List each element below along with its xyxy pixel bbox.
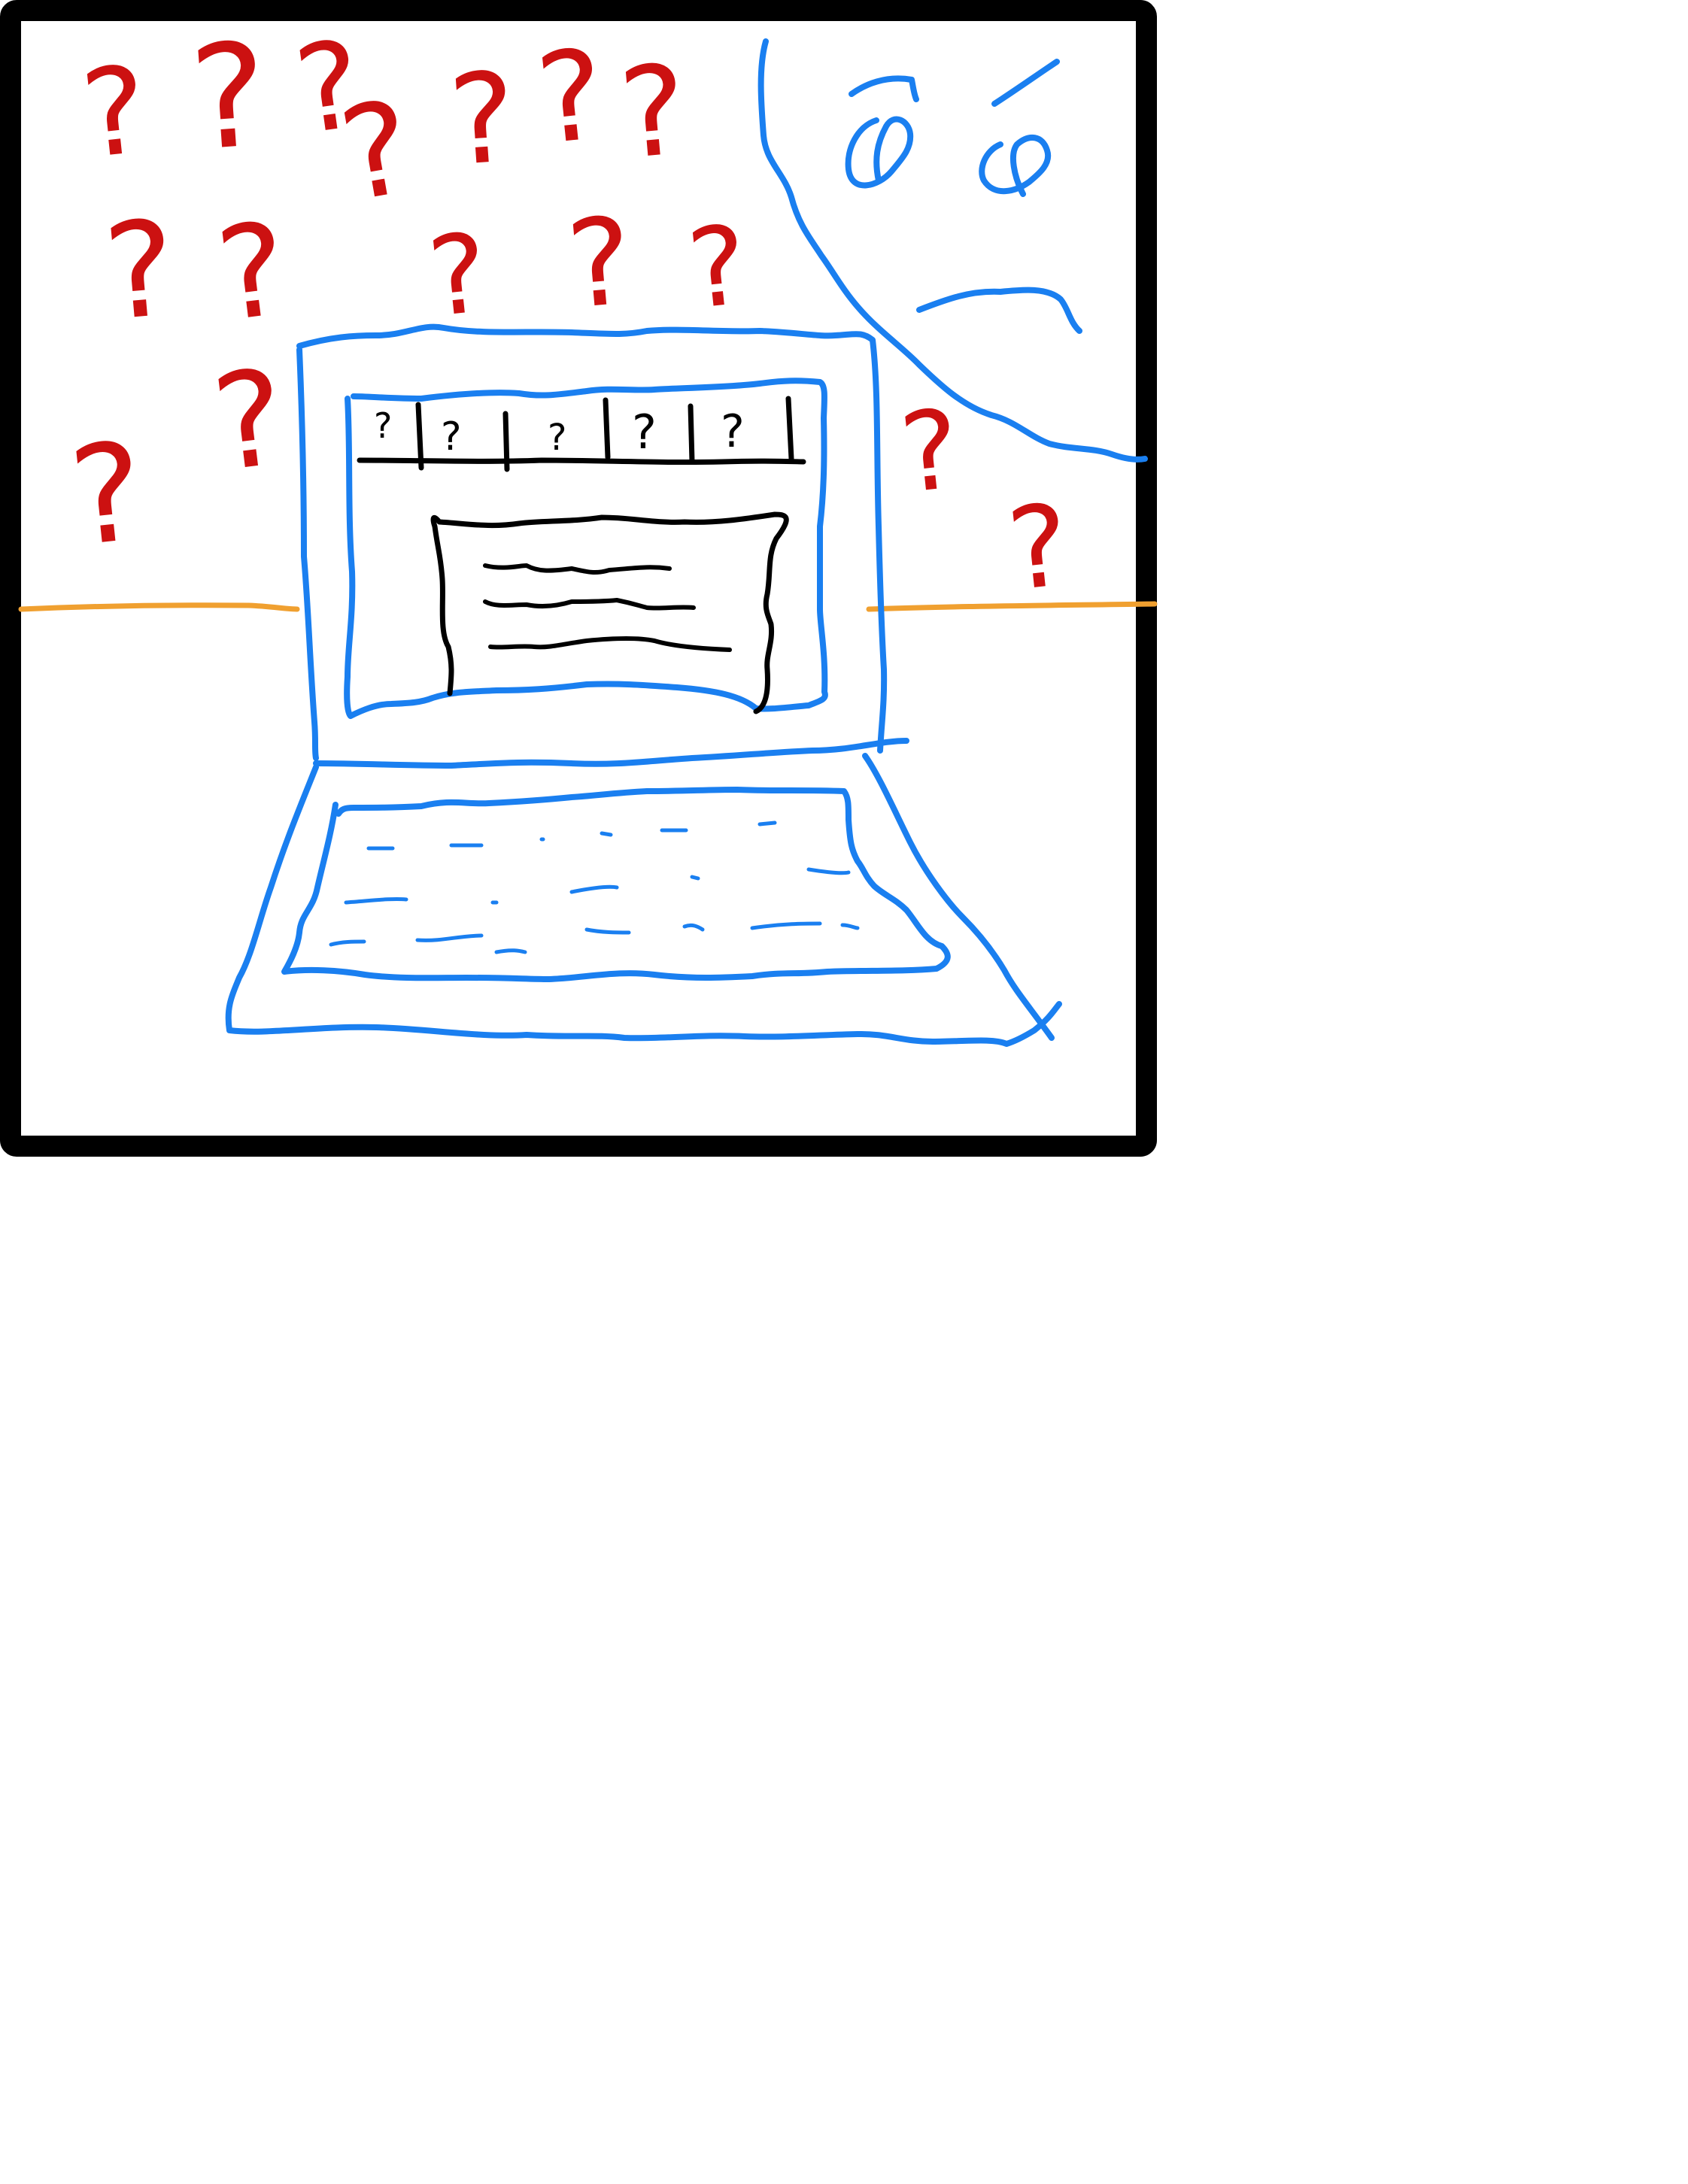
right-eyebrow — [991, 59, 1060, 107]
right-eye — [979, 135, 1052, 197]
question-mark: ? — [445, 45, 521, 194]
question-mark: ? — [562, 190, 638, 336]
menu-bar-underline — [357, 457, 806, 466]
mouth — [916, 287, 1082, 334]
menu-item[interactable]: ? — [632, 405, 657, 460]
question-mark: ? — [210, 195, 296, 351]
question-mark: ? — [186, 11, 273, 182]
menu-item[interactable]: ? — [721, 405, 745, 458]
laptop-hinge — [313, 738, 909, 769]
question-mark: ? — [205, 341, 293, 502]
menu-item[interactable]: ? — [441, 414, 462, 460]
keyboard-keys — [329, 821, 860, 954]
question-mark: ? — [75, 39, 153, 186]
menu-item[interactable]: ? — [548, 417, 566, 459]
sketch-scene: ? ? ? ? ? ? ? ? ? ? ? ? ? ? ? ? ? ? ? ? … — [0, 0, 1158, 1157]
table-line — [18, 601, 1158, 612]
screen-ui: ? ? ? ? ? — [357, 396, 806, 714]
question-mark: ? — [423, 210, 493, 342]
question-mark: ? — [530, 22, 611, 172]
question-mark: ? — [615, 38, 693, 187]
menu-item[interactable]: ? — [374, 405, 392, 446]
question-marks-cloud: ? ? ? ? ? ? ? ? ? ? ? ? ? ? ? ? — [63, 11, 1075, 616]
question-mark: ? — [682, 202, 753, 334]
left-eyebrow — [849, 75, 919, 102]
question-mark: ? — [330, 73, 423, 232]
question-mark: ? — [894, 386, 965, 518]
question-mark: ? — [99, 193, 181, 350]
left-eye — [845, 116, 914, 189]
question-mark: ? — [63, 413, 151, 577]
question-mark: ? — [1002, 480, 1075, 616]
laptop-lid-left-edge — [296, 347, 319, 761]
keyboard-area — [281, 787, 951, 982]
dialog-text — [483, 563, 732, 652]
